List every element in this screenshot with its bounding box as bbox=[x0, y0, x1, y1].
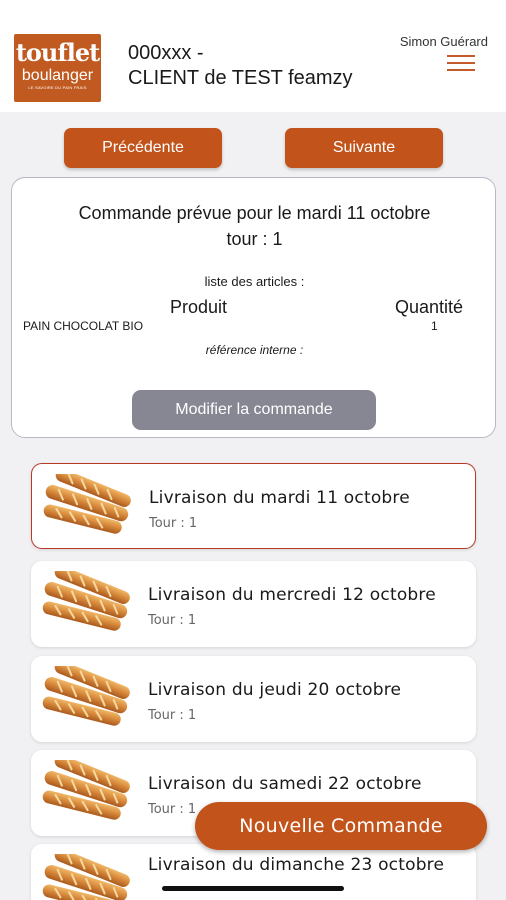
order-item-name: PAIN CHOCOLAT BIO bbox=[23, 319, 144, 333]
baguette-icon bbox=[41, 474, 132, 537]
column-header-product: Produit bbox=[170, 297, 228, 317]
logo-wordmark-top: touflet bbox=[15, 38, 100, 67]
order-item-quantity: 1 bbox=[431, 319, 438, 333]
articles-label: liste des articles : bbox=[204, 274, 305, 289]
baguette-icon bbox=[40, 854, 131, 900]
next-button[interactable]: Suivante bbox=[285, 128, 443, 168]
delivery-item[interactable]: Livraison du dimanche 23 octobre bbox=[31, 844, 476, 900]
home-indicator bbox=[162, 886, 344, 891]
delivery-item[interactable]: Livraison du mercredi 12 octobre Tour : … bbox=[31, 561, 476, 647]
order-summary-card: Commande prévue pour le mardi 11 octobre… bbox=[11, 177, 496, 438]
internal-reference-label: référence interne : bbox=[205, 343, 304, 357]
app-header: touflet boulanger LE SAVOIRE DU PAIN FRA… bbox=[0, 0, 506, 112]
order-title: Commande prévue pour le mardi 11 octobre bbox=[78, 203, 431, 223]
logo-wordmark-bottom: boulanger bbox=[21, 67, 94, 84]
brand-logo: touflet boulanger LE SAVOIRE DU PAIN FRA… bbox=[14, 34, 101, 102]
hamburger-menu-icon[interactable] bbox=[447, 54, 475, 72]
column-header-quantity: Quantité bbox=[395, 297, 464, 317]
delivery-item[interactable]: Livraison du mardi 11 octobre Tour : 1 bbox=[31, 463, 476, 549]
baguette-icon bbox=[40, 760, 131, 823]
delivery-title: Livraison du samedi 22 octobre bbox=[148, 774, 422, 794]
delivery-tour: Tour : 1 bbox=[148, 613, 197, 628]
modify-order-button[interactable]: Modifier la commande bbox=[132, 390, 376, 430]
delivery-title: Livraison du dimanche 23 octobre bbox=[148, 855, 445, 875]
new-order-button[interactable]: Nouvelle Commande bbox=[195, 802, 487, 850]
client-code: 000xxx - bbox=[128, 42, 204, 64]
delivery-title: Livraison du mardi 11 octobre bbox=[149, 488, 410, 508]
delivery-item[interactable]: Livraison du jeudi 20 octobre Tour : 1 bbox=[31, 656, 476, 742]
delivery-title: Livraison du mercredi 12 octobre bbox=[148, 585, 436, 605]
previous-button[interactable]: Précédente bbox=[64, 128, 222, 168]
user-name: Simon Guérard bbox=[399, 34, 488, 49]
order-tour: tour : 1 bbox=[226, 229, 283, 249]
delivery-tour: Tour : 1 bbox=[148, 708, 197, 723]
delivery-tour: Tour : 1 bbox=[148, 802, 197, 817]
baguette-icon bbox=[40, 666, 131, 729]
delivery-tour: Tour : 1 bbox=[149, 516, 198, 531]
logo-tagline: LE SAVOIRE DU PAIN FRAIS bbox=[28, 85, 87, 90]
delivery-title: Livraison du jeudi 20 octobre bbox=[148, 680, 402, 700]
client-name: CLIENT de TEST feamzy bbox=[128, 67, 353, 89]
baguette-icon bbox=[40, 571, 131, 634]
